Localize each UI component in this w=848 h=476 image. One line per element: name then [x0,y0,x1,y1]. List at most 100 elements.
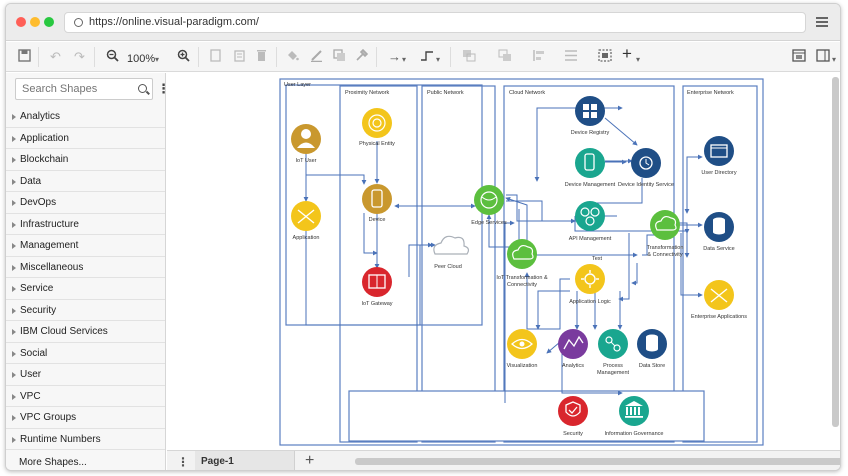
copy-icon[interactable] [210,49,221,66]
category-security[interactable]: Security [6,300,165,321]
category-ibm-cloud-services[interactable]: IBM Cloud Services [6,321,165,343]
category-infrastructure[interactable]: Infrastructure [6,214,165,235]
diagram-canvas[interactable]: User Layer Proximity Network Public Netw… [167,73,840,449]
enterprise-network-label: Enterprise Network [687,90,734,96]
transformation-connectivity-node[interactable] [650,210,680,240]
page-bar: ⋮ Page-1 + [167,450,840,470]
browser-menu-icon[interactable] [816,17,828,27]
waypoint-dropdown-icon[interactable]: ▾ [436,52,440,68]
category-vpc-groups[interactable]: VPC Groups [6,407,165,429]
device-management-label: Device Management [565,182,616,188]
category-data[interactable]: Data [6,171,165,192]
device-management-node[interactable] [575,148,605,178]
browser-titlebar: https://online.visual-paradigm.com/ [6,4,840,41]
category-user[interactable]: User [6,364,165,386]
category-devops[interactable]: DevOps [6,192,165,214]
more-shapes-link[interactable]: More Shapes... [19,457,87,468]
shadow-icon[interactable] [333,49,346,66]
category-runtime-numbers[interactable]: Runtime Numbers [6,429,165,450]
split-view-icon[interactable] [816,49,830,66]
zoom-out-icon[interactable] [106,49,119,66]
security-node[interactable] [558,396,588,426]
search-icon[interactable] [138,84,147,93]
user-directory-node[interactable] [704,136,734,166]
format-panel-icon[interactable] [792,49,806,66]
device-node[interactable] [362,184,392,214]
visualization-label: Visualization [507,363,538,369]
page-tab-1[interactable]: Page-1 [195,451,295,470]
enterprise-applications-label: Enterprise Applications [691,314,747,320]
process-management-label-1: Process [603,363,623,369]
information-governance-label: Information Governance [604,431,663,437]
category-management[interactable]: Management [6,235,165,257]
category-miscellaneous[interactable]: Miscellaneous [6,257,165,278]
physical-entity-node[interactable] [362,108,392,138]
search-shapes-input[interactable] [22,80,134,98]
insert-dropdown-icon[interactable]: ▾ [636,52,640,68]
process-management-node[interactable] [598,329,628,359]
edge-services-node[interactable] [474,185,504,215]
bring-front-icon[interactable] [462,49,476,66]
iot-transformation-label-1: IoT Transformation & [496,275,548,281]
text-label[interactable]: Text [592,256,603,262]
category-list: Analytics Application Blockchain Data De… [6,106,165,450]
device-registry-node[interactable] [575,96,605,126]
peer-cloud-node[interactable] [433,235,470,255]
delete-icon[interactable] [256,49,267,66]
information-governance-node[interactable] [619,396,649,426]
align-icon[interactable] [532,49,546,66]
device-label: Device [369,217,386,223]
category-blockchain[interactable]: Blockchain [6,149,165,171]
add-page-icon[interactable]: + [305,452,314,470]
distribute-icon[interactable] [564,49,578,66]
application-logic-label: Application Logic [569,299,611,305]
data-store-label: Data Store [639,363,665,369]
data-service-node[interactable] [704,212,734,242]
save-icon[interactable] [18,49,31,66]
iot-gateway-node[interactable] [362,267,392,297]
page-menu-icon[interactable]: ⋮ [175,454,191,470]
fill-icon[interactable] [286,49,299,66]
iot-transformation-label-2: Connectivity [507,282,537,288]
connector-dropdown-icon[interactable]: ▾ [402,52,406,68]
proximity-network-frame[interactable] [339,85,418,443]
category-analytics[interactable]: Analytics [6,106,165,128]
category-application[interactable]: Application [6,128,165,149]
split-view-dropdown-icon[interactable]: ▾ [832,52,836,68]
analytics-node[interactable] [558,329,588,359]
address-bar[interactable]: https://online.visual-paradigm.com/ [64,12,806,33]
editor-toolbar: ↶ ↷ 100% ▾ → ▾ ▾ + ▾ ▾ [6,42,840,72]
waypoint-icon[interactable] [420,49,434,66]
api-management-node[interactable] [575,201,605,231]
data-store-node[interactable] [637,329,667,359]
group-icon[interactable] [598,49,612,66]
connector-icon[interactable]: → [388,49,401,65]
category-social[interactable]: Social [6,343,165,364]
zoom-dropdown-icon[interactable]: ▾ [155,52,159,68]
zoom-in-icon[interactable] [177,49,190,66]
undo-icon[interactable]: ↶ [50,49,61,65]
enterprise-applications-node[interactable] [704,280,734,310]
paste-icon[interactable] [234,49,245,66]
category-vpc[interactable]: VPC [6,386,165,407]
site-info-icon[interactable] [74,18,83,27]
line-color-icon[interactable] [310,49,323,66]
category-service[interactable]: Service [6,278,165,300]
format-painter-icon[interactable] [355,48,369,66]
vertical-scrollbar[interactable] [832,77,839,427]
redo-icon[interactable]: ↷ [74,49,85,65]
minimize-window-button[interactable] [30,17,40,27]
device-identity-service-node[interactable] [631,148,661,178]
close-window-button[interactable] [16,17,26,27]
send-back-icon[interactable] [498,49,512,66]
zoom-level[interactable]: 100% [127,51,155,67]
insert-icon[interactable]: + [622,45,632,62]
application-logic-node[interactable] [575,264,605,294]
maximize-window-button[interactable] [44,17,54,27]
visualization-node[interactable] [507,329,537,359]
application-node[interactable] [291,201,321,231]
horizontal-scrollbar[interactable] [355,458,840,465]
user-directory-label: User Directory [701,170,736,176]
iot-transformation-node[interactable] [507,239,537,269]
iot-user-node[interactable] [291,124,321,154]
